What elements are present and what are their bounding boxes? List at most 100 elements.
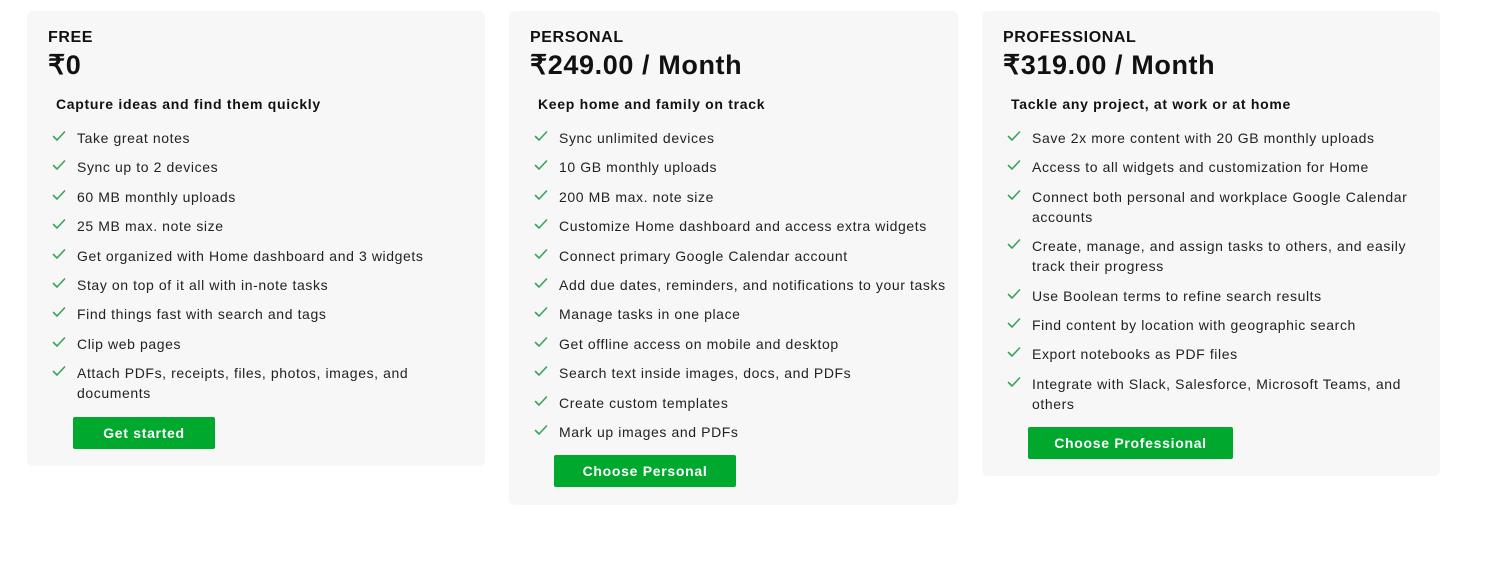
plan-tagline: Tackle any project, at work or at home [1011, 96, 1291, 112]
plan-tagline: Keep home and family on track [538, 96, 766, 112]
feature-text: Add due dates, reminders, and notificati… [559, 276, 946, 293]
feature-item: Find content by location with geographic… [1003, 315, 1440, 335]
check-icon [534, 395, 548, 406]
check-icon [534, 278, 548, 288]
check-icon [534, 160, 548, 171]
check-icon [1007, 376, 1021, 387]
feature-item: Create custom templates [530, 393, 958, 413]
feature-item: Get organized with Home dashboard and 3 … [48, 246, 485, 266]
check-icon [52, 219, 66, 229]
feature-item: Attach PDFs, receipts, files, photos, im… [48, 363, 485, 403]
feature-item: Mark up images and PDFs [530, 422, 958, 442]
check-icon [52, 336, 66, 347]
check-icon [1007, 318, 1021, 328]
feature-item: Take great notes [48, 128, 485, 148]
feature-text: Clip web pages [77, 335, 182, 352]
feature-item: Find things fast with search and tags [48, 304, 485, 324]
feature-text: Connect primary Google Calendar account [559, 247, 848, 264]
check-icon [52, 131, 66, 141]
feature-item: Add due dates, reminders, and notificati… [530, 275, 958, 295]
feature-text: Sync unlimited devices [559, 130, 715, 146]
check-icon [534, 189, 548, 200]
feature-text: Access to all widgets and customization … [1032, 159, 1369, 176]
feature-item: Create, manage, and assign tasks to othe… [1003, 236, 1440, 276]
get-started-button[interactable]: Get started [73, 416, 215, 449]
plan-card-professional: PROFESSIONAL ₹319.00 / Month Tackle any … [982, 11, 1440, 476]
feature-text: Stay on top of it all with in-note tasks [77, 276, 329, 293]
check-icon [534, 131, 548, 141]
feature-item: Clip web pages [48, 334, 485, 354]
choose-professional-button[interactable]: Choose Professional [1028, 427, 1233, 460]
feature-text: Find things fast with search and tags [77, 306, 327, 323]
check-icon [534, 307, 548, 318]
feature-list: Take great notes Sync up to 2 devices 60 M… [48, 128, 485, 403]
feature-item: Connect both personal and workplace Goog… [1003, 187, 1440, 227]
feature-list: Sync unlimited devices 10 GB monthly uplo… [530, 128, 958, 442]
feature-text: Get offline access on mobile and desktop [559, 335, 839, 352]
feature-item: Integrate with Slack, Salesforce, Micros… [1003, 374, 1440, 414]
feature-text: Get organized with Home dashboard and 3 … [77, 247, 424, 264]
feature-text: Customize Home dashboard and access extr… [559, 218, 927, 235]
feature-item: 25 MB max. note size [48, 216, 485, 236]
check-icon [52, 160, 66, 171]
feature-item: Use Boolean terms to refine search resul… [1003, 286, 1440, 306]
feature-text: Use Boolean terms to refine search resul… [1032, 287, 1322, 304]
feature-text: Save 2x more content with 20 GB monthly … [1032, 130, 1375, 146]
plan-name: PROFESSIONAL [1003, 29, 1137, 46]
feature-text: Create custom templates [559, 394, 729, 411]
feature-text: Integrate with Slack, Salesforce, Micros… [1032, 375, 1402, 412]
feature-text: Create, manage, and assign tasks to othe… [1032, 238, 1407, 275]
plan-name: FREE [48, 29, 94, 46]
plan-tagline: Capture ideas and find them quickly [56, 96, 321, 112]
feature-item: Customize Home dashboard and access extr… [530, 216, 958, 236]
feature-item: Search text inside images, docs, and PDF… [530, 363, 958, 383]
feature-text: Sync up to 2 devices [77, 159, 219, 176]
feature-text: Take great notes [77, 130, 191, 146]
feature-text: Attach PDFs, receipts, files, photos, im… [77, 365, 409, 402]
feature-item: Connect primary Google Calendar account [530, 246, 958, 266]
choose-personal-button[interactable]: Choose Personal [554, 455, 736, 488]
check-icon [1007, 239, 1021, 249]
feature-text: Connect both personal and workplace Goog… [1032, 188, 1408, 225]
check-icon [52, 248, 66, 259]
feature-item: Stay on top of it all with in-note tasks [48, 275, 485, 295]
check-icon [534, 366, 548, 376]
check-icon [534, 425, 548, 435]
check-icon [534, 336, 548, 347]
plan-price: ₹249.00 / Month [530, 50, 743, 80]
feature-item: Manage tasks in one place [530, 304, 958, 324]
check-icon [52, 278, 66, 288]
plan-card-personal: PERSONAL ₹249.00 / Month Keep home and f… [509, 11, 958, 505]
check-icon [1007, 288, 1021, 299]
feature-item: Save 2x more content with 20 GB monthly … [1003, 128, 1440, 148]
feature-item: 200 MB max. note size [530, 187, 958, 207]
feature-item: Sync up to 2 devices [48, 157, 485, 177]
feature-item: Export notebooks as PDF files [1003, 344, 1440, 364]
feature-item: Access to all widgets and customization … [1003, 157, 1440, 177]
check-icon [52, 366, 66, 376]
feature-text: 200 MB max. note size [559, 188, 714, 205]
feature-item: 10 GB monthly uploads [530, 157, 958, 177]
check-icon [1007, 160, 1021, 171]
check-icon [52, 189, 66, 200]
feature-text: Find content by location with geographic… [1032, 316, 1356, 333]
plan-price: ₹0 [48, 50, 82, 80]
feature-text: 10 GB monthly uploads [559, 159, 718, 176]
feature-text: 60 MB monthly uploads [77, 188, 236, 205]
feature-text: 25 MB max. note size [77, 218, 224, 235]
feature-text: Search text inside images, docs, and PDF… [559, 365, 852, 382]
feature-text: Export notebooks as PDF files [1032, 346, 1238, 363]
feature-item: 60 MB monthly uploads [48, 187, 485, 207]
plan-name: PERSONAL [530, 29, 624, 46]
feature-list: Save 2x more content with 20 GB monthly … [1003, 128, 1440, 414]
check-icon [534, 248, 548, 259]
feature-item: Sync unlimited devices [530, 128, 958, 148]
feature-text: Mark up images and PDFs [559, 423, 739, 440]
check-icon [52, 307, 66, 318]
feature-text: Manage tasks in one place [559, 306, 741, 323]
plan-card-free: FREE ₹0 Capture ideas and find them quic… [27, 11, 485, 466]
check-icon [534, 219, 548, 229]
check-icon [1007, 131, 1021, 141]
plan-price: ₹319.00 / Month [1003, 50, 1216, 80]
check-icon [1007, 189, 1021, 200]
